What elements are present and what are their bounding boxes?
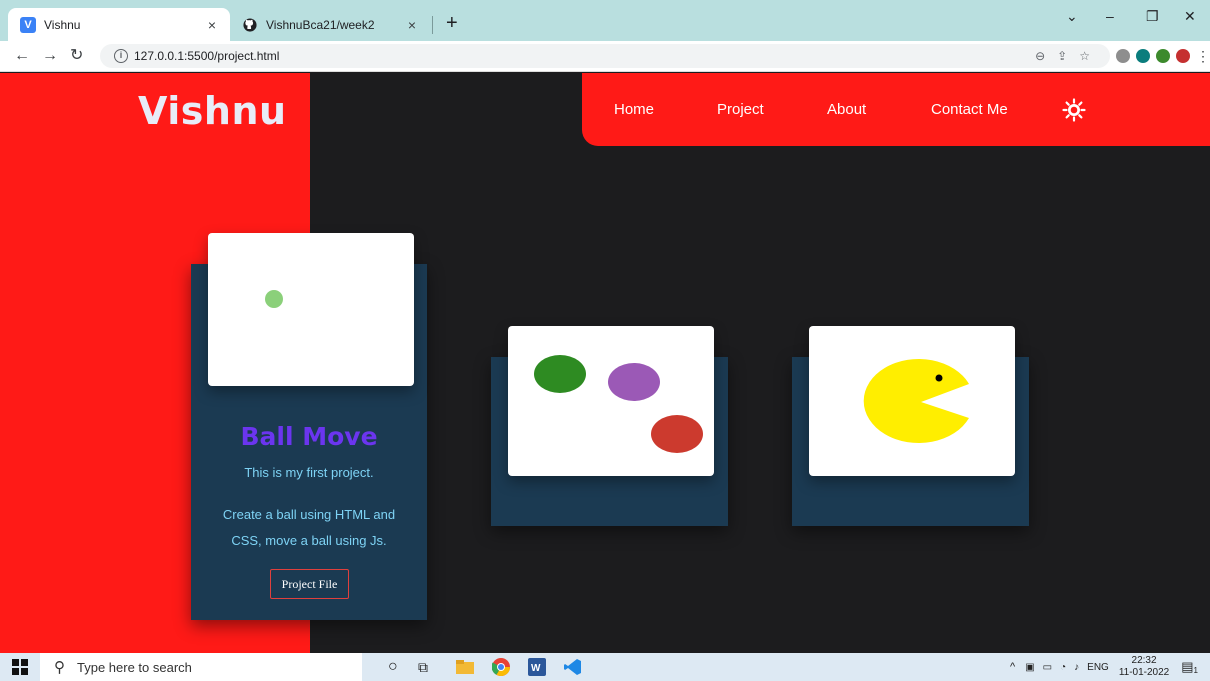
project-preview-pacman[interactable] [809, 326, 1015, 476]
taskbar-search-box[interactable]: ⚲ Type here to search [40, 653, 362, 681]
chrome-icon[interactable] [492, 657, 510, 677]
close-tab-icon[interactable]: × [202, 17, 222, 33]
site-logo[interactable]: Vishnu [138, 89, 287, 133]
profile-avatar[interactable] [1176, 49, 1190, 63]
project-desc-line: CSS, move a ball using Js. [231, 533, 387, 548]
tray-overflow-icon[interactable]: ^ [1010, 661, 1015, 673]
back-arrow-icon[interactable]: ← [14, 47, 30, 65]
project-preview-balls[interactable] [508, 326, 714, 476]
svg-text:W: W [531, 663, 541, 674]
browser-toolbar: ← → ↻ i 127.0.0.1:5500/project.html ⊖ ⇪ … [0, 41, 1210, 72]
windows-taskbar: ⚲ Type here to search ○ ⧉ W ^ ▣ ▭ ◔ ♪ EN… [0, 653, 1210, 681]
zoom-icon[interactable]: ⊖ [1035, 49, 1045, 63]
nav-about[interactable]: About [827, 101, 866, 118]
site-info-icon[interactable]: i [114, 49, 128, 63]
bookmark-star-icon[interactable]: ☆ [1079, 49, 1090, 63]
forward-arrow-icon[interactable]: → [42, 47, 58, 65]
tab-github[interactable]: VishnuBca21/week2 × [230, 8, 430, 41]
tab-title: Vishnu [44, 17, 81, 32]
project-file-button[interactable]: Project File [270, 569, 349, 599]
file-explorer-icon[interactable] [456, 657, 474, 677]
project-desc-line: Create a ball using HTML and [222, 507, 396, 522]
notification-glyph: ▤ [1181, 659, 1194, 674]
close-tab-icon[interactable]: × [402, 17, 422, 33]
browser-menu-icon[interactable]: ⋮ [1196, 47, 1210, 65]
nav-home[interactable]: Home [614, 101, 654, 118]
windows-start-icon[interactable] [12, 657, 28, 677]
cortana-icon[interactable]: ○ [388, 657, 398, 677]
nav-project[interactable]: Project [717, 101, 764, 118]
address-bar[interactable]: i 127.0.0.1:5500/project.html ⊖ ⇪ ☆ [100, 44, 1110, 68]
green-ball-graphic [265, 290, 283, 308]
clock-time: 22:32 [1131, 655, 1157, 666]
new-tab-button[interactable]: + [446, 13, 458, 33]
site-navbar: Home Project About Contact Me [582, 73, 1210, 146]
project-desc-line: This is my first project. [244, 465, 374, 480]
volume-icon[interactable]: ♪ [1074, 662, 1079, 673]
notification-center-icon[interactable]: ▤ 1 [1181, 659, 1198, 675]
tray-app-icon[interactable]: ▣ [1025, 662, 1034, 673]
project-title: Ball Move [240, 422, 378, 451]
tab-vishnu[interactable]: V Vishnu × [8, 8, 230, 41]
battery-icon[interactable]: ▭ [1043, 662, 1052, 673]
project-preview-ball[interactable] [208, 233, 414, 386]
browser-tab-strip: V Vishnu × VishnuBca21/week2 × + ⌄ – ❐ ✕ [0, 0, 1210, 41]
site-favicon-icon: V [20, 16, 36, 33]
search-icon: ⚲ [54, 659, 65, 676]
extension-bug-icon[interactable] [1116, 49, 1130, 63]
search-placeholder: Type here to search [77, 659, 192, 675]
share-icon[interactable]: ⇪ [1057, 49, 1067, 63]
github-icon [242, 17, 258, 33]
notification-count: 1 [1193, 666, 1198, 675]
sun-icon[interactable] [1062, 98, 1086, 122]
tab-separator [432, 16, 433, 34]
close-window-button[interactable]: ✕ [1184, 8, 1196, 25]
wifi-icon[interactable]: ◔ [1060, 662, 1066, 673]
system-tray: ^ ▣ ▭ ◔ ♪ ENG 22:32 11-01-2022 ▤ 1 [1010, 653, 1210, 681]
pacman-graphic [863, 359, 969, 443]
colored-balls-graphic [534, 355, 703, 453]
extension-globe-icon[interactable] [1136, 49, 1150, 63]
clock-date: 11-01-2022 [1118, 667, 1170, 678]
maximize-button[interactable]: ❐ [1146, 8, 1159, 25]
reload-icon[interactable]: ↻ [70, 47, 83, 65]
language-indicator[interactable]: ENG [1087, 662, 1109, 673]
vscode-icon[interactable] [564, 657, 582, 677]
minimize-button[interactable]: – [1106, 8, 1114, 24]
word-icon[interactable]: W [528, 657, 546, 677]
tab-title: VishnuBca21/week2 [266, 17, 375, 32]
extension-tree-icon[interactable] [1156, 49, 1170, 63]
nav-contact[interactable]: Contact Me [931, 101, 1008, 118]
tab-search-icon[interactable]: ⌄ [1066, 8, 1078, 25]
clock[interactable]: 22:32 11-01-2022 [1119, 655, 1169, 679]
url-text: 127.0.0.1:5500/project.html [134, 49, 280, 63]
task-view-icon[interactable]: ⧉ [418, 657, 428, 677]
